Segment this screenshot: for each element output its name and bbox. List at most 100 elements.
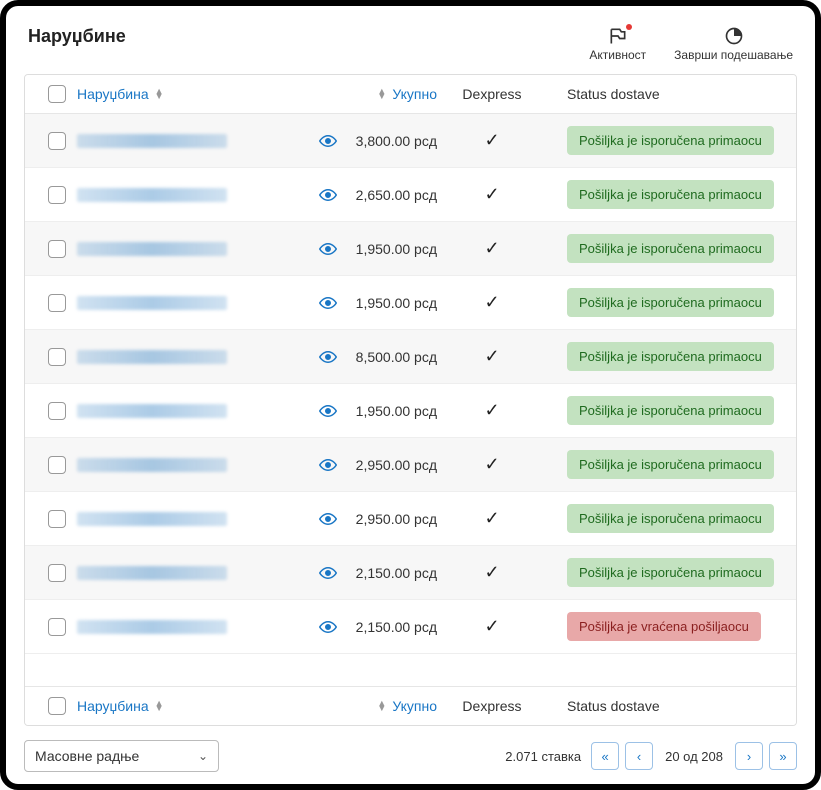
order-id-redacted[interactable] [77, 350, 227, 364]
dexpress-check-icon: ✓ [437, 130, 547, 151]
row-checkbox[interactable] [48, 132, 66, 150]
select-all-checkbox-footer[interactable] [48, 697, 66, 715]
order-id-redacted[interactable] [77, 188, 227, 202]
sort-order-column-footer[interactable]: Наруџбина [77, 698, 149, 714]
table-row: 1,950.00 рсд✓ Pošiljka je isporučena prim… [25, 384, 796, 438]
first-page-button[interactable]: « [591, 742, 619, 770]
eye-icon[interactable] [319, 567, 337, 579]
table-header: Наруџбина ▲▼ ▲▼ Укупно Dexpress Status d… [25, 75, 796, 114]
table-body: 3,800.00 рсд✓Pošiljka je isporučena prim… [25, 114, 796, 686]
table-row: 2,950.00 рсд✓ Pošiljka je isporučena prim… [25, 438, 796, 492]
finish-setup-label: Заврши подешавање [674, 48, 793, 62]
table-row: 1,950.00 рсд✓Pošiljka je isporučena prim… [25, 222, 796, 276]
footer-bar: Масовне радње ⌄ 2.071 ставка « ‹ 20 од 2… [24, 726, 797, 772]
items-count: 2.071 ставка [505, 749, 581, 764]
bulk-actions-label: Масовне радње [35, 748, 139, 764]
dexpress-check-icon: ✓ [437, 616, 547, 637]
table-row: 8,500.00 рсд✓Pošiljka je isporučena prim… [25, 330, 796, 384]
order-id-redacted[interactable] [77, 404, 227, 418]
footer-right: 2.071 ставка « ‹ 20 од 208 › » [505, 742, 797, 770]
dexpress-column-footer: Dexpress [437, 698, 547, 714]
order-amount: 2,950.00 рсд [353, 457, 437, 473]
table-row: 3,800.00 рсд✓Pošiljka je isporučena prim… [25, 114, 796, 168]
eye-icon[interactable] [319, 189, 337, 201]
eye-icon[interactable] [319, 297, 337, 309]
order-id-redacted[interactable] [77, 134, 227, 148]
table-row: 1,950.00 рсд✓Pošiljka je isporučena prim… [25, 276, 796, 330]
status-badge: Pošiljka je vraćena pošiljaocu [567, 612, 761, 641]
status-badge: Pošiljka je isporučena primaocu [567, 396, 774, 425]
row-checkbox[interactable] [48, 402, 66, 420]
sort-total-column-footer[interactable]: Укупно [392, 698, 437, 714]
eye-icon[interactable] [319, 243, 337, 255]
order-id-redacted[interactable] [77, 458, 227, 472]
next-page-button[interactable]: › [735, 742, 763, 770]
row-checkbox[interactable] [48, 348, 66, 366]
table-footer: Наруџбина ▲▼ ▲▼ Укупно Dexpress Status d… [25, 686, 796, 725]
order-id-redacted[interactable] [77, 242, 227, 256]
sort-arrows-icon: ▲▼ [377, 701, 386, 711]
sort-arrows-icon: ▲▼ [155, 89, 164, 99]
order-amount: 2,150.00 рсд [353, 565, 437, 581]
prev-page-button[interactable]: ‹ [625, 742, 653, 770]
status-column-footer: Status dostave [547, 698, 784, 714]
row-checkbox[interactable] [48, 240, 66, 258]
row-checkbox[interactable] [48, 564, 66, 582]
eye-icon[interactable] [319, 135, 337, 147]
sort-arrows-icon: ▲▼ [155, 701, 164, 711]
page-title: Наруџбине [28, 26, 126, 47]
orders-table: Наруџбина ▲▼ ▲▼ Укупно Dexpress Status d… [24, 74, 797, 726]
sort-order-column[interactable]: Наруџбина [77, 86, 149, 102]
sort-total-column[interactable]: Укупно [392, 86, 437, 102]
dexpress-check-icon: ✓ [437, 562, 547, 583]
dexpress-check-icon: ✓ [437, 184, 547, 205]
order-id-redacted[interactable] [77, 566, 227, 580]
dexpress-column-header: Dexpress [437, 86, 547, 102]
dexpress-check-icon: ✓ [437, 292, 547, 313]
activity-button[interactable]: Активност [589, 26, 646, 62]
order-id-redacted[interactable] [77, 296, 227, 310]
row-checkbox[interactable] [48, 618, 66, 636]
status-badge: Pošiljka je isporučena primaocu [567, 558, 774, 587]
row-checkbox[interactable] [48, 294, 66, 312]
row-checkbox[interactable] [48, 456, 66, 474]
top-bar: Наруџбине Активност Заврши подешавање [24, 18, 797, 74]
order-amount: 2,950.00 рсд [353, 511, 437, 527]
activity-label: Активност [589, 48, 646, 62]
eye-icon[interactable] [319, 405, 337, 417]
status-badge: Pošiljka je isporučena primaocu [567, 234, 774, 263]
status-badge: Pošiljka je isporučena primaocu [567, 504, 774, 533]
progress-circle-icon [724, 26, 744, 46]
status-badge: Pošiljka je isporučena primaocu [567, 450, 774, 479]
chevron-down-icon: ⌄ [198, 749, 208, 763]
flag-icon [608, 26, 628, 46]
row-checkbox[interactable] [48, 186, 66, 204]
notification-dot-icon [626, 24, 632, 30]
pager: « ‹ 20 од 208 › » [591, 742, 797, 770]
last-page-button[interactable]: » [769, 742, 797, 770]
dexpress-check-icon: ✓ [437, 346, 547, 367]
order-id-redacted[interactable] [77, 512, 227, 526]
order-amount: 1,950.00 рсд [353, 403, 437, 419]
table-row: 2,650.00 рсд✓Pošiljka je isporučena prim… [25, 168, 796, 222]
dexpress-check-icon: ✓ [437, 400, 547, 421]
eye-icon[interactable] [319, 351, 337, 363]
status-badge: Pošiljka je isporučena primaocu [567, 288, 774, 317]
eye-icon[interactable] [319, 459, 337, 471]
eye-icon[interactable] [319, 621, 337, 633]
finish-setup-button[interactable]: Заврши подешавање [674, 26, 793, 62]
status-badge: Pošiljka je isporučena primaocu [567, 126, 774, 155]
status-badge: Pošiljka je isporučena primaocu [567, 342, 774, 371]
table-row: 2,950.00 рсд✓Pošiljka je isporučena prim… [25, 492, 796, 546]
status-column-header: Status dostave [547, 86, 784, 102]
bulk-actions-select[interactable]: Масовне радње ⌄ [24, 740, 219, 772]
eye-icon[interactable] [319, 513, 337, 525]
order-id-redacted[interactable] [77, 620, 227, 634]
status-badge: Pošiljka je isporučena primaocu [567, 180, 774, 209]
table-row: 2,150.00 рсд✓Pošiljka je vraćena pošilja… [25, 600, 796, 654]
row-checkbox[interactable] [48, 510, 66, 528]
dexpress-check-icon: ✓ [437, 454, 547, 475]
order-amount: 1,950.00 рсд [353, 241, 437, 257]
topbar-actions: Активност Заврши подешавање [589, 26, 793, 62]
select-all-checkbox[interactable] [48, 85, 66, 103]
